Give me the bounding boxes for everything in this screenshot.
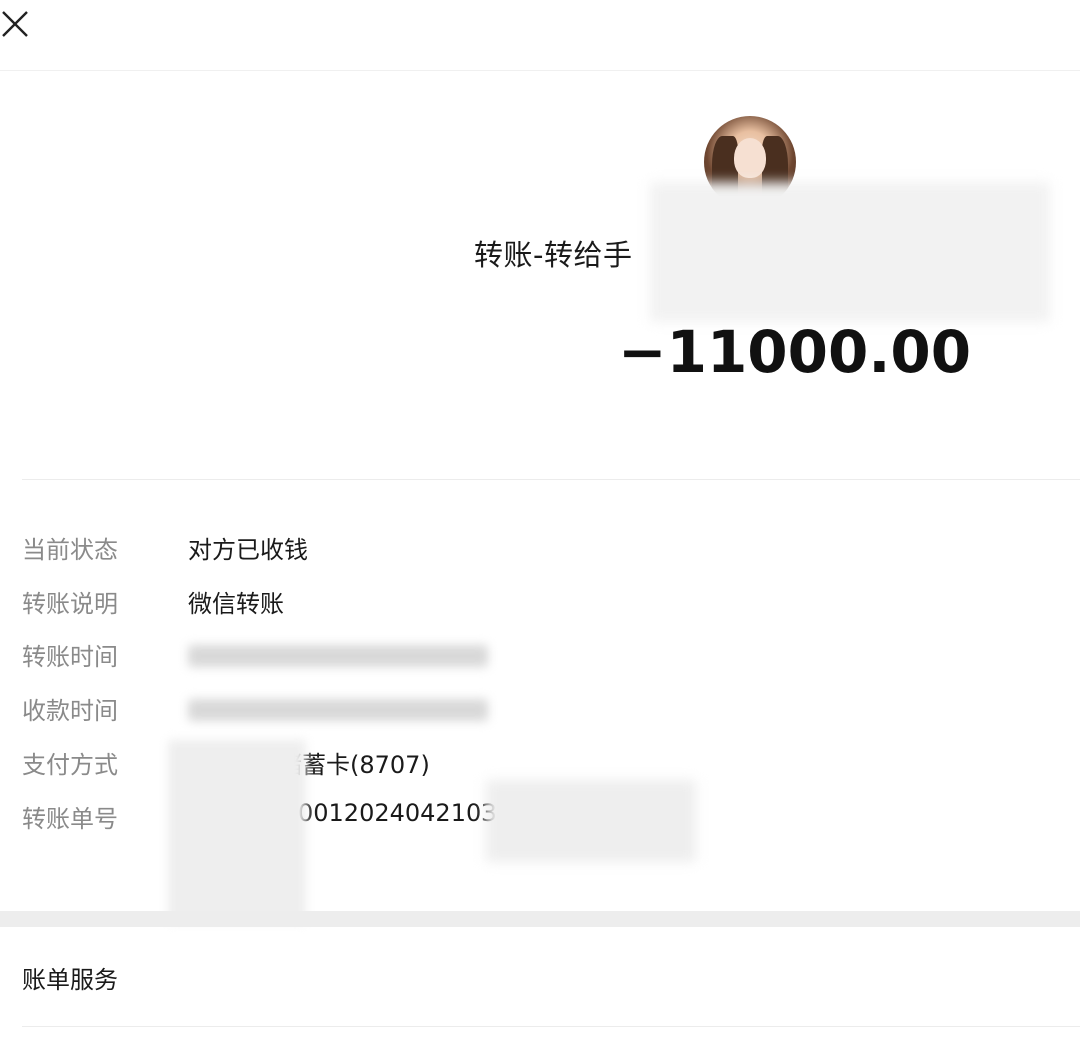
status-label: 当前状态	[22, 536, 118, 564]
note-label: 转账说明	[22, 590, 118, 618]
detail-row-note: 转账说明 微信转账	[22, 584, 1062, 624]
payment-method-label: 支付方式	[22, 751, 118, 779]
transfer-time-label: 转账时间	[22, 643, 118, 671]
divider	[22, 1026, 1080, 1027]
bill-service-link[interactable]: 账单服务	[22, 960, 118, 995]
transfer-title: 转账-转给手	[474, 238, 633, 272]
note-value: 微信转账	[188, 590, 284, 618]
detail-row-receive-time: 收款时间	[22, 691, 1062, 731]
order-redaction	[486, 780, 696, 862]
section-separator	[0, 911, 1080, 927]
order-no-label: 转账单号	[22, 805, 118, 833]
receive-time-redacted	[188, 699, 488, 721]
name-redaction	[650, 182, 1050, 322]
detail-row-status: 当前状态 对方已收钱	[22, 530, 1062, 570]
transfer-time-redacted	[188, 645, 488, 667]
payment-redaction	[168, 740, 306, 922]
status-value: 对方已收钱	[188, 536, 308, 564]
receive-time-label: 收款时间	[22, 697, 118, 725]
detail-row-transfer-time: 转账时间	[22, 637, 1062, 677]
top-bar	[0, 0, 1080, 71]
order-no-value: 001202404210З	[298, 799, 497, 827]
transfer-amount: −11000.00	[618, 318, 972, 386]
close-icon[interactable]	[0, 8, 32, 40]
divider	[22, 479, 1080, 480]
